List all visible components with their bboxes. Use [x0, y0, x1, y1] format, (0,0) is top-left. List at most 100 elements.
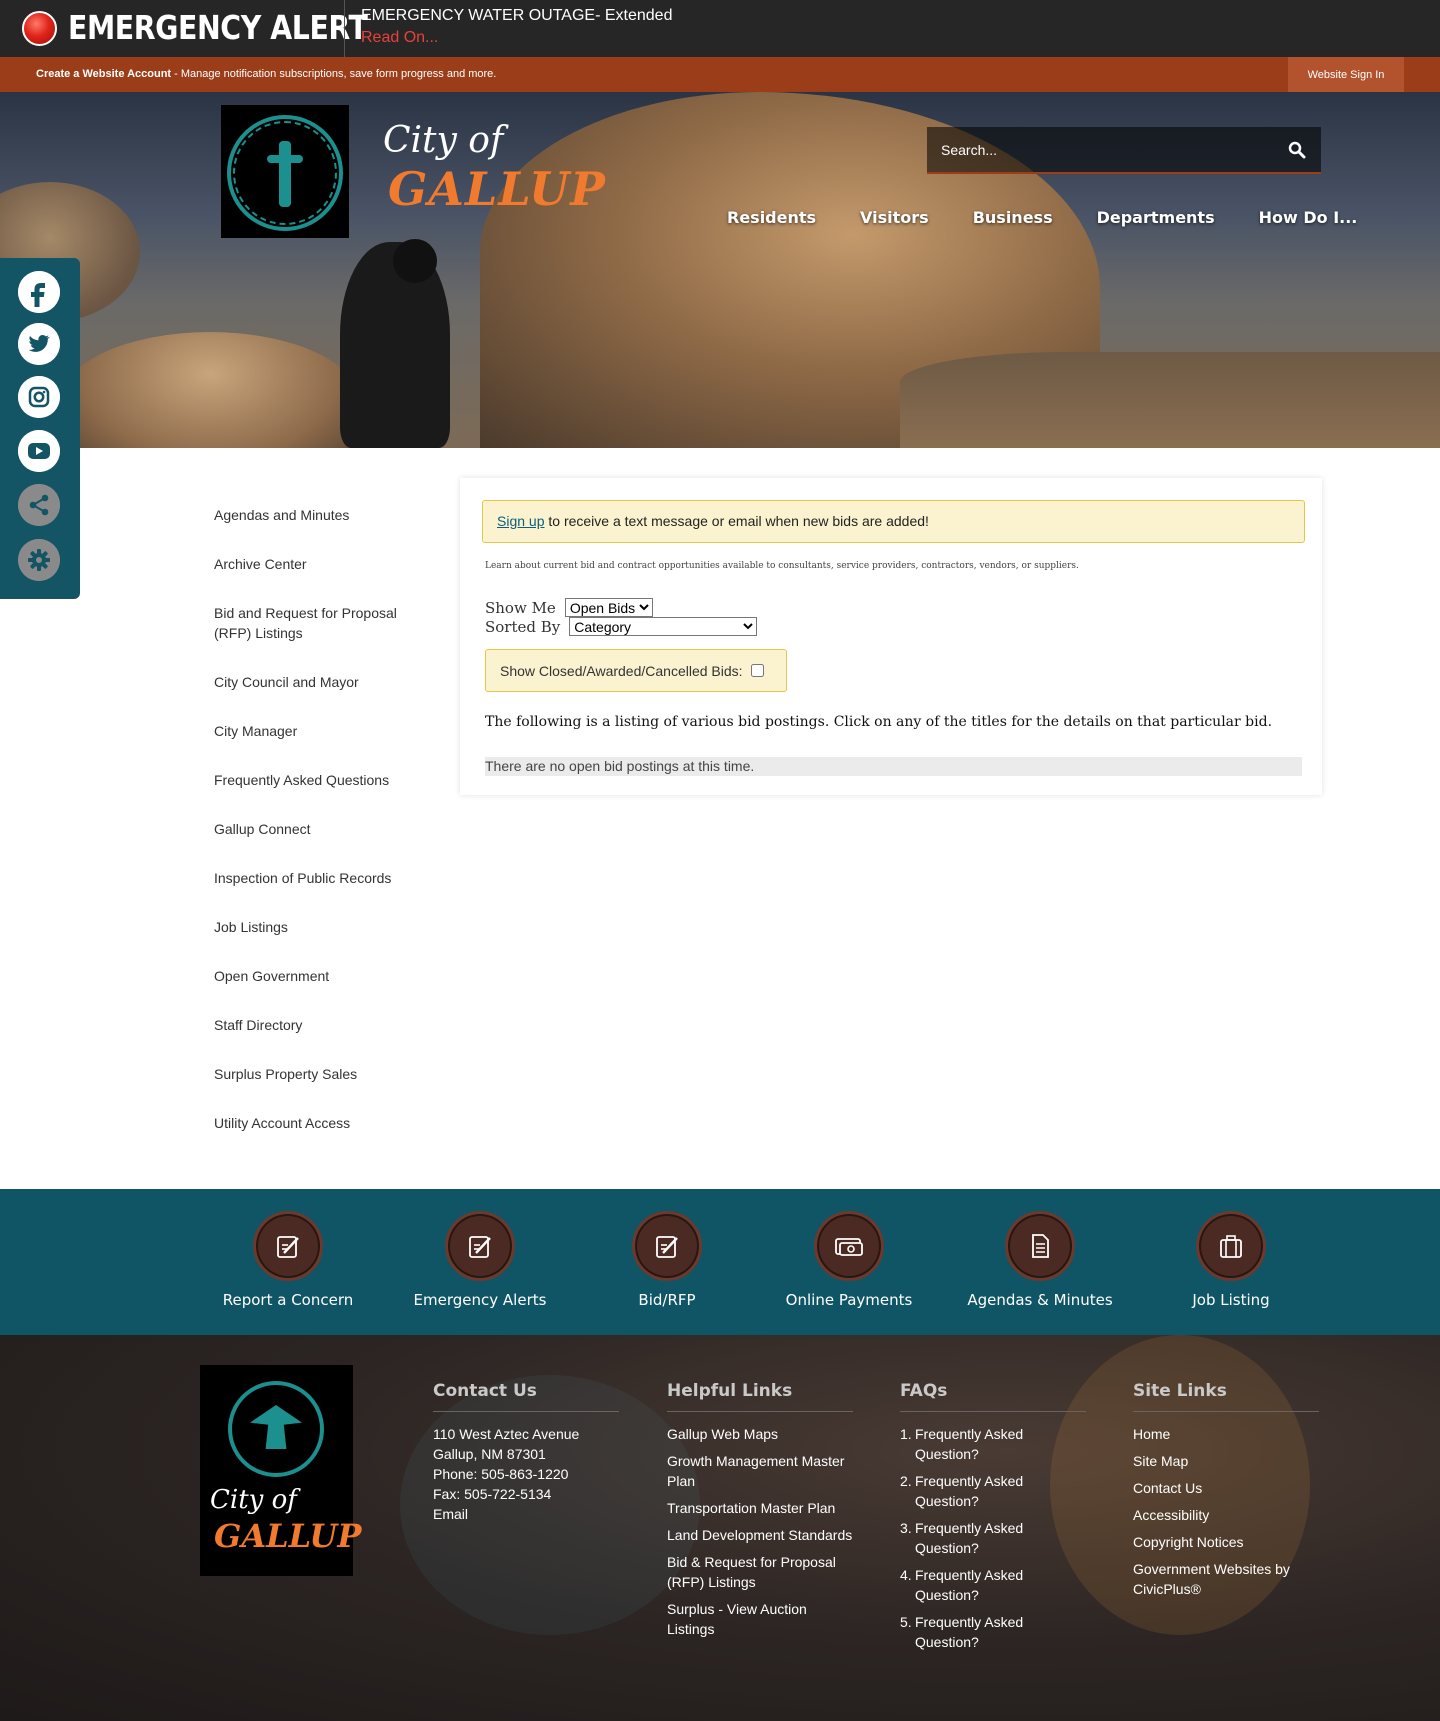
sidenav-bid-rfp-listings[interactable]: Bid and Request for Proposal (RFP) Listi…	[214, 603, 434, 643]
contact-address-line2: Gallup, NM 87301	[433, 1446, 546, 1462]
footer-faqs-column: FAQs 1. Frequently Asked Question? 2. Freq…	[900, 1381, 1086, 1659]
faq-item[interactable]: 4. Frequently Asked Question?	[900, 1565, 1086, 1605]
gear-icon	[18, 539, 60, 581]
contact-fax: Fax: 505-722-5134	[433, 1486, 552, 1502]
hero-rock	[60, 332, 360, 448]
sidenav-faq[interactable]: Frequently Asked Questions	[214, 770, 434, 790]
helpful-link-bid-rfp[interactable]: Bid & Request for Proposal (RFP) Listing…	[667, 1552, 853, 1592]
quick-link-icon-circle	[445, 1211, 515, 1281]
footer-city-logo[interactable]: City of GALLUP	[200, 1365, 361, 1576]
contact-email-link[interactable]: Email	[433, 1504, 619, 1524]
nav-visitors[interactable]: Visitors	[838, 208, 951, 227]
sorted-by-filter: Sorted By Category	[485, 617, 758, 636]
nav-business[interactable]: Business	[951, 208, 1075, 227]
sidenav-surplus-property[interactable]: Surplus Property Sales	[214, 1064, 434, 1084]
main-navigation: Residents Visitors Business Departments …	[705, 208, 1379, 227]
site-link-civicplus[interactable]: Government Websites by CivicPlus®	[1133, 1559, 1319, 1599]
signup-notice: Sign up to receive a text message or ema…	[482, 500, 1305, 543]
search-box	[927, 127, 1321, 174]
show-closed-label: Show Closed/Awarded/Cancelled Bids:	[500, 662, 743, 679]
show-closed-checkbox[interactable]	[750, 664, 764, 677]
sorted-by-select[interactable]: Category	[569, 617, 758, 636]
site-link-contact-us[interactable]: Contact Us	[1133, 1478, 1319, 1498]
social-media-rail	[0, 258, 80, 599]
quick-link-bid-rfp[interactable]: Bid/RFP	[577, 1211, 757, 1309]
twitter-icon	[18, 323, 60, 365]
website-sign-in-button[interactable]: Website Sign In	[1288, 57, 1404, 92]
share-icon	[18, 484, 60, 526]
city-seal-logo[interactable]	[221, 105, 349, 238]
helpful-link-transportation-plan[interactable]: Transportation Master Plan	[667, 1498, 853, 1518]
alert-read-on-link[interactable]: Read On...	[361, 29, 438, 47]
sidenav-city-manager[interactable]: City Manager	[214, 721, 434, 741]
briefcase-icon	[1220, 1235, 1242, 1258]
no-bids-message: There are no open bid postings at this t…	[485, 757, 1302, 776]
helpful-link-surplus-auction[interactable]: Surplus - View Auction Listings	[667, 1599, 853, 1639]
quick-links-band: Report a Concern Emergency Alerts Bid/RF…	[0, 1189, 1440, 1335]
bid-postings-module: Sign up to receive a text message or ema…	[460, 478, 1322, 795]
quick-link-agendas-minutes[interactable]: Agendas & Minutes	[950, 1211, 1130, 1309]
sidenav-archive-center[interactable]: Archive Center	[214, 554, 434, 574]
alert-message-link[interactable]: EMERGENCY WATER OUTAGE- Extended	[361, 7, 672, 25]
quick-link-emergency-alerts[interactable]: Emergency Alerts	[390, 1211, 570, 1309]
search-button[interactable]	[1284, 137, 1310, 163]
helpful-link-land-development[interactable]: Land Development Standards	[667, 1525, 853, 1545]
search-input[interactable]	[941, 138, 1271, 162]
quick-link-online-payments[interactable]: Online Payments	[759, 1211, 939, 1309]
sidenav-agendas-minutes[interactable]: Agendas and Minutes	[214, 505, 434, 525]
footer-faqs-title: FAQs	[900, 1381, 1086, 1412]
payment-card-icon	[835, 1238, 863, 1256]
account-bar: Create a Website Account - Manage notifi…	[0, 57, 1440, 92]
share-button[interactable]	[18, 484, 60, 526]
helpful-link-growth-plan[interactable]: Growth Management Master Plan	[667, 1451, 853, 1491]
footer-contact-column: Contact Us 110 West Aztec Avenue Gallup,…	[433, 1381, 619, 1524]
footer-helpful-links-column: Helpful Links Gallup Web Maps Growth Man…	[667, 1381, 853, 1646]
listing-description: The following is a listing of various bi…	[485, 714, 1273, 730]
settings-button[interactable]	[18, 539, 60, 581]
facebook-button[interactable]	[18, 271, 60, 313]
nav-how-do-i[interactable]: How Do I...	[1237, 208, 1380, 227]
edit-document-icon	[656, 1236, 678, 1258]
edit-document-icon	[469, 1236, 491, 1258]
nav-departments[interactable]: Departments	[1075, 208, 1237, 227]
facebook-icon	[18, 271, 60, 313]
signup-link[interactable]: Sign up	[497, 513, 544, 529]
site-link-site-map[interactable]: Site Map	[1133, 1451, 1319, 1471]
site-link-copyright[interactable]: Copyright Notices	[1133, 1532, 1319, 1552]
quick-link-label: Bid/RFP	[638, 1291, 696, 1309]
twitter-button[interactable]	[18, 323, 60, 365]
helpful-link-web-maps[interactable]: Gallup Web Maps	[667, 1424, 853, 1444]
gallup-wordmark[interactable]: GALLUP	[388, 162, 606, 216]
show-me-select[interactable]: Open Bids	[564, 598, 653, 617]
faq-item[interactable]: 1. Frequently Asked Question?	[900, 1424, 1086, 1464]
instagram-button[interactable]	[18, 376, 60, 418]
sidenav-open-government[interactable]: Open Government	[214, 966, 434, 986]
sidenav-utility-account[interactable]: Utility Account Access	[214, 1113, 434, 1133]
quick-link-icon-circle	[814, 1211, 884, 1281]
sidenav-public-records[interactable]: Inspection of Public Records	[214, 868, 434, 888]
edit-document-icon	[277, 1236, 299, 1258]
create-account-link[interactable]: Create a Website Account	[36, 68, 171, 80]
site-link-home[interactable]: Home	[1133, 1424, 1319, 1444]
sidenav-staff-directory[interactable]: Staff Directory	[214, 1015, 434, 1035]
bid-intro-text: Learn about current bid and contract opp…	[485, 561, 1079, 571]
footer-logo-city-of: City of	[210, 1485, 297, 1515]
sidenav-job-listings[interactable]: Job Listings	[214, 917, 434, 937]
quick-link-report-concern[interactable]: Report a Concern	[198, 1211, 378, 1309]
sidenav-gallup-connect[interactable]: Gallup Connect	[214, 819, 434, 839]
nav-residents[interactable]: Residents	[705, 208, 838, 227]
city-of-wordmark[interactable]: City of	[383, 120, 503, 161]
footer-contact-title: Contact Us	[433, 1381, 619, 1412]
hero-hillside	[900, 352, 1440, 448]
footer-site-links-title: Site Links	[1133, 1381, 1319, 1412]
youtube-icon	[18, 430, 60, 472]
document-icon	[1032, 1234, 1049, 1258]
emergency-alert-bar: EMERGENCY ALERT EMERGENCY WATER OUTAGE- …	[0, 0, 1440, 57]
faq-item[interactable]: 3. Frequently Asked Question?	[900, 1518, 1086, 1558]
sidenav-city-council-mayor[interactable]: City Council and Mayor	[214, 672, 434, 692]
faq-item[interactable]: 5. Frequently Asked Question?	[900, 1612, 1086, 1652]
site-link-accessibility[interactable]: Accessibility	[1133, 1505, 1319, 1525]
youtube-button[interactable]	[18, 430, 60, 472]
quick-link-job-listing[interactable]: Job Listing	[1141, 1211, 1321, 1309]
faq-item[interactable]: 2. Frequently Asked Question?	[900, 1471, 1086, 1511]
